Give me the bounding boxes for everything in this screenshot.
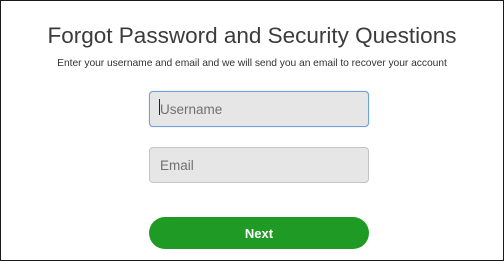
username-input[interactable] (149, 91, 369, 127)
page-title: Forgot Password and Security Questions (47, 23, 457, 48)
text-cursor (159, 99, 160, 115)
instructions-text: Enter your username and email and we wil… (57, 58, 447, 69)
forgot-password-panel: Forgot Password and Security Questions E… (0, 0, 504, 261)
email-input[interactable] (149, 147, 369, 183)
next-button[interactable]: Next (149, 217, 369, 249)
